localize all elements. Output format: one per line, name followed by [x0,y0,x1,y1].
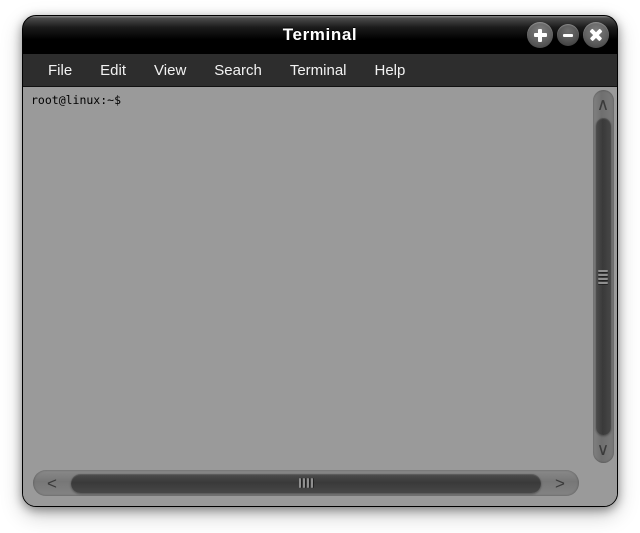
horizontal-scrollbar[interactable]: < > [23,466,617,506]
vertical-scroll-trough[interactable]: ∧ ∨ [592,90,614,463]
menubar: File Edit View Search Terminal Help [23,54,617,87]
horizontal-scroll-thumb[interactable] [71,473,541,493]
scroll-up-arrow-icon[interactable]: ∧ [593,92,614,116]
terminal-output-area[interactable]: root@linux:~$ [23,87,589,466]
window-body: root@linux:~$ ∧ ∨ < > [23,87,617,506]
window-title: Terminal [282,25,358,44]
horizontal-scroll-trough[interactable]: < > [33,470,579,496]
maximize-button[interactable] [527,22,553,48]
scroll-left-arrow-icon[interactable]: < [35,470,69,496]
terminal-prompt-line: root@linux:~$ [31,93,122,107]
window-controls [527,22,609,48]
minus-icon [563,33,573,37]
menu-item-file[interactable]: File [37,59,83,82]
vertical-scrollbar[interactable]: ∧ ∨ [589,87,617,466]
plus-icon-vertical [538,28,542,42]
menu-item-view[interactable]: View [143,59,197,82]
minimize-button[interactable] [557,24,579,46]
vertical-thumb-grip-icon [598,269,608,284]
close-button[interactable] [583,22,609,48]
menu-item-terminal[interactable]: Terminal [279,59,358,82]
scroll-right-arrow-icon[interactable]: > [543,470,577,496]
vertical-scroll-thumb[interactable] [595,118,611,435]
screen: Terminal File Edit View Search Terminal … [0,0,640,533]
terminal-window: Terminal File Edit View Search Terminal … [22,15,618,507]
titlebar[interactable]: Terminal [23,16,617,54]
menu-item-search[interactable]: Search [203,59,273,82]
menu-item-help[interactable]: Help [364,59,417,82]
menu-item-edit[interactable]: Edit [89,59,137,82]
content-row: root@linux:~$ ∧ ∨ [23,87,617,466]
horizontal-thumb-grip-icon [299,478,313,488]
scroll-down-arrow-icon[interactable]: ∨ [593,437,614,461]
